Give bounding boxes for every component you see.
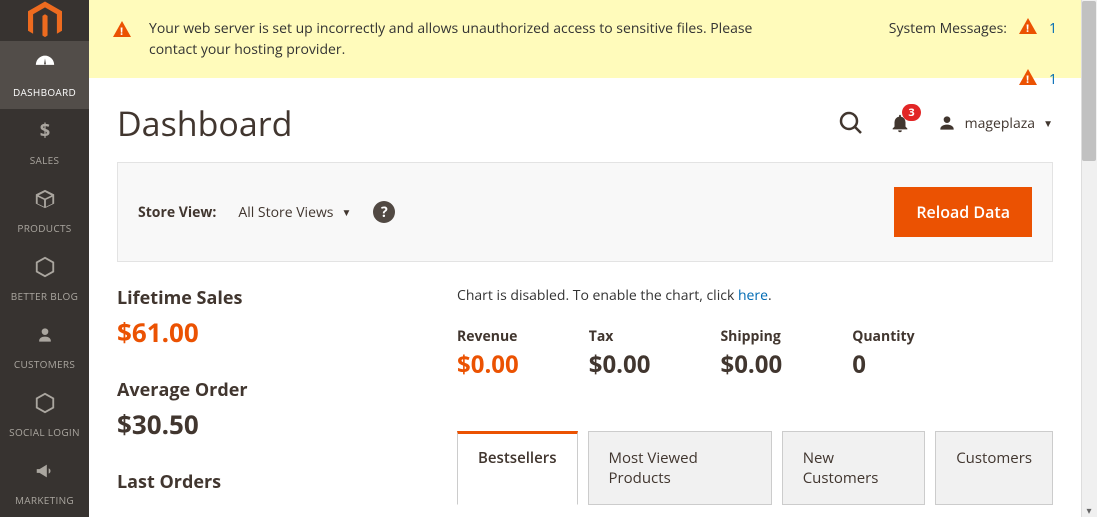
dashboard-icon bbox=[34, 51, 56, 81]
nav-label: BETTER BLOG bbox=[11, 289, 78, 303]
nav-customers[interactable]: CUSTOMERS bbox=[0, 313, 89, 381]
chevron-down-icon: ▼ bbox=[1043, 116, 1053, 130]
notification-badge: 3 bbox=[902, 104, 920, 121]
nav-products[interactable]: PRODUCTS bbox=[0, 177, 89, 245]
lifetime-sales-value: $61.00 bbox=[117, 314, 407, 350]
sidebar: DASHBOARD $ SALES PRODUCTS BETTER BLOG C… bbox=[0, 0, 89, 517]
metric-shipping: Shipping $0.00 bbox=[720, 327, 782, 381]
tab-customers[interactable]: Customers bbox=[935, 431, 1053, 505]
metric-tax: Tax $0.00 bbox=[589, 327, 651, 381]
store-view-label: Store View: bbox=[138, 203, 216, 222]
scrollbar-thumb[interactable] bbox=[1082, 1, 1096, 161]
tabs: Bestsellers Most Viewed Products New Cus… bbox=[457, 431, 1053, 505]
nav-marketing[interactable]: MARKETING bbox=[0, 449, 89, 517]
tab-bestsellers[interactable]: Bestsellers bbox=[457, 431, 578, 505]
nav-label: SOCIAL LOGIN bbox=[9, 425, 80, 439]
store-view-value: All Store Views bbox=[238, 203, 333, 222]
svg-text:$: $ bbox=[39, 120, 49, 142]
warning-icon bbox=[113, 20, 131, 42]
search-button[interactable] bbox=[839, 111, 863, 135]
tab-new-customers[interactable]: New Customers bbox=[782, 431, 926, 505]
system-message-text: Your web server is set up incorrectly an… bbox=[149, 18, 769, 60]
metrics-row: Revenue $0.00 Tax $0.00 Shipping $0.00 bbox=[457, 327, 1053, 381]
last-orders-label: Last Orders bbox=[117, 470, 407, 494]
metric-quantity: Quantity 0 bbox=[852, 327, 914, 381]
nav-label: MARKETING bbox=[15, 493, 74, 507]
username: mageplaza bbox=[965, 114, 1035, 133]
person-icon bbox=[35, 323, 55, 353]
system-messages-label: System Messages: bbox=[889, 19, 1007, 38]
notifications-button[interactable]: 3 bbox=[889, 112, 911, 134]
dollar-icon: $ bbox=[35, 119, 55, 149]
nav-label: CUSTOMERS bbox=[14, 357, 75, 371]
enable-chart-link[interactable]: here bbox=[738, 286, 768, 305]
user-icon bbox=[937, 113, 957, 133]
lifetime-sales-label: Lifetime Sales bbox=[117, 286, 407, 310]
system-message-count-link[interactable]: 1 bbox=[1049, 70, 1057, 89]
scrollbar[interactable]: ▴ ▾ bbox=[1081, 0, 1097, 517]
nav-dashboard[interactable]: DASHBOARD bbox=[0, 41, 89, 109]
tab-most-viewed[interactable]: Most Viewed Products bbox=[588, 431, 772, 505]
page-title: Dashboard bbox=[117, 100, 292, 146]
nav-label: SALES bbox=[30, 153, 60, 167]
store-view-select[interactable]: All Store Views ▼ bbox=[238, 203, 351, 222]
main-content: Your web server is set up incorrectly an… bbox=[89, 0, 1097, 517]
box-icon bbox=[34, 187, 56, 217]
nav-label: PRODUCTS bbox=[17, 221, 71, 235]
system-message-count-link[interactable]: 1 bbox=[1049, 19, 1057, 38]
system-message-bar: Your web server is set up incorrectly an… bbox=[89, 0, 1081, 78]
warning-icon bbox=[1019, 18, 1037, 39]
search-icon bbox=[839, 111, 863, 135]
nav-sales[interactable]: $ SALES bbox=[0, 109, 89, 177]
reload-data-button[interactable]: Reload Data bbox=[894, 187, 1032, 237]
scroll-down-icon[interactable]: ▾ bbox=[1082, 503, 1096, 517]
help-button[interactable]: ? bbox=[373, 201, 395, 223]
nav-better-blog[interactable]: BETTER BLOG bbox=[0, 245, 89, 313]
average-order-label: Average Order bbox=[117, 378, 407, 402]
page-header: Dashboard 3 mageplaza ▼ bbox=[89, 78, 1081, 162]
metric-revenue: Revenue $0.00 bbox=[457, 327, 519, 381]
store-view-bar: Store View: All Store Views ▼ ? Reload D… bbox=[117, 162, 1053, 262]
user-menu[interactable]: mageplaza ▼ bbox=[937, 113, 1053, 133]
nav-social-login[interactable]: SOCIAL LOGIN bbox=[0, 381, 89, 449]
hex-icon bbox=[34, 255, 56, 285]
horn-icon bbox=[34, 459, 56, 489]
hex-icon bbox=[34, 391, 56, 421]
chevron-down-icon: ▼ bbox=[341, 205, 351, 219]
chart-disabled-message: Chart is disabled. To enable the chart, … bbox=[457, 286, 1053, 305]
magento-logo[interactable] bbox=[0, 0, 89, 41]
nav-label: DASHBOARD bbox=[13, 85, 76, 99]
average-order-value: $30.50 bbox=[117, 406, 407, 442]
warning-icon bbox=[1019, 69, 1037, 90]
